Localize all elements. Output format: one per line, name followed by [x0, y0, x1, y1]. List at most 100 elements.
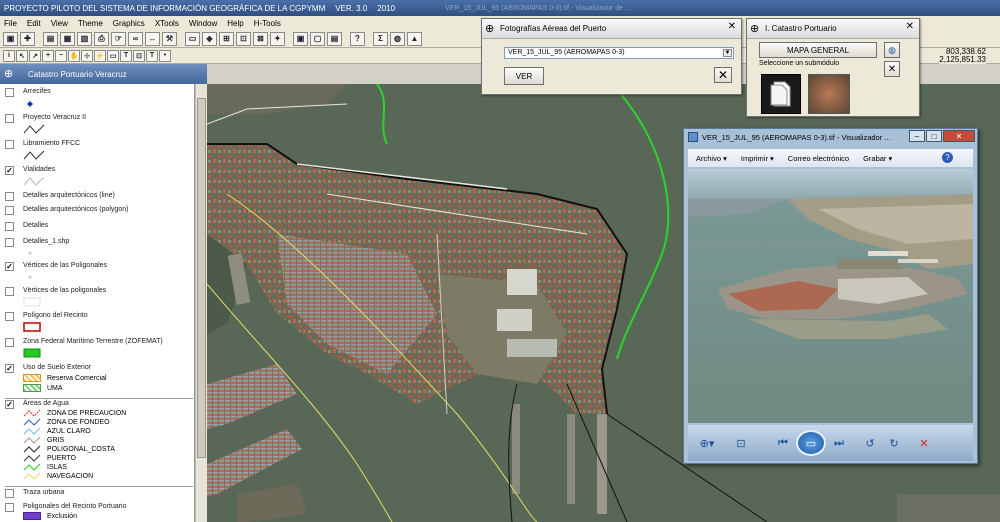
layer-checkbox[interactable]: [5, 489, 14, 498]
layer-checkbox[interactable]: [5, 503, 14, 512]
info-icon[interactable]: i: [3, 49, 15, 62]
maximize-icon[interactable]: □: [926, 130, 942, 142]
pan-tool-icon[interactable]: ✋: [68, 49, 80, 62]
ver-button[interactable]: VER: [504, 67, 544, 85]
menu-correo[interactable]: Correo electrónico: [788, 154, 849, 163]
identify-icon[interactable]: ☞: [111, 31, 126, 46]
hotlink-icon[interactable]: ⚡: [94, 49, 106, 62]
layer-item[interactable]: Vértices de las poligonales: [5, 287, 194, 309]
layer-item[interactable]: Libramiento FFCC: [5, 140, 194, 162]
layer-checkbox[interactable]: [5, 114, 14, 123]
layer-item[interactable]: Poligonales del Recinto Portuario Exclus…: [5, 503, 194, 522]
zoom-in-icon[interactable]: ✦: [270, 31, 285, 46]
zoom-icon[interactable]: ⊕▾: [694, 434, 720, 452]
slideshow-icon[interactable]: ▭: [796, 430, 826, 456]
layer-checkbox[interactable]: [5, 192, 14, 201]
menu-file[interactable]: File: [4, 19, 17, 28]
sigma-icon[interactable]: Σ: [373, 31, 388, 46]
layer-checkbox[interactable]: ✓: [5, 166, 14, 175]
layer-checkbox[interactable]: ✓: [5, 364, 14, 373]
menu-grabar[interactable]: Grabar ▾: [863, 154, 892, 163]
document-submodule-button[interactable]: [761, 74, 801, 114]
add-theme-icon[interactable]: ✚: [20, 31, 35, 46]
pan-icon[interactable]: ▢: [310, 31, 325, 46]
close-submodule-button[interactable]: ✕: [884, 61, 900, 77]
save-icon[interactable]: ▣: [3, 31, 18, 46]
vertex-icon[interactable]: ↗: [29, 49, 41, 62]
query-icon[interactable]: ↔: [145, 31, 160, 46]
layer-item[interactable]: ✓ Uso de Suelo Exterior Reserva Comercia…: [5, 364, 194, 396]
zoom-out-tool-icon[interactable]: −: [55, 49, 67, 62]
layer-item[interactable]: Polígono del Recinto: [5, 312, 194, 334]
rotate-right-icon[interactable]: ↻: [882, 434, 906, 452]
scrollbar-thumb[interactable]: [197, 98, 206, 458]
close-dialog-button[interactable]: ✕: [714, 67, 732, 83]
menu-xtools[interactable]: XTools: [155, 19, 179, 28]
layout-icon[interactable]: ▥: [77, 31, 92, 46]
zoom-in-tool-icon[interactable]: +: [42, 49, 54, 62]
hammer-icon[interactable]: ⚒: [162, 31, 177, 46]
layer-item[interactable]: Detalles arquitectónicos (line): [5, 192, 194, 206]
print-icon[interactable]: ⎙: [94, 31, 109, 46]
layer-item[interactable]: Detalles arquitectónicos (polygon): [5, 206, 194, 220]
menu-window[interactable]: Window: [189, 19, 217, 28]
help-icon[interactable]: ?: [350, 31, 365, 46]
mapa-general-button[interactable]: MAPA GENERAL: [759, 42, 877, 58]
layer-legend[interactable]: Arrecifes Proyecto Veracruz II Libramien…: [0, 84, 195, 522]
label-icon[interactable]: T: [146, 49, 158, 62]
layer-checkbox[interactable]: ✓: [5, 262, 14, 271]
layer-item[interactable]: ✓ Áreas de Agua ZONA DE PRECAUCION ZONA …: [5, 400, 194, 484]
draw-icon[interactable]: ⊡: [133, 49, 145, 62]
actual-size-icon[interactable]: ⊡: [728, 434, 754, 452]
layer-checkbox[interactable]: [5, 238, 14, 247]
layer-checkbox[interactable]: [5, 287, 14, 296]
point-icon[interactable]: •: [159, 49, 171, 62]
previous-icon[interactable]: ⏮: [770, 434, 796, 452]
menu-view[interactable]: View: [51, 19, 68, 28]
map-icon[interactable]: ▲: [407, 31, 422, 46]
help-icon[interactable]: ?: [942, 152, 953, 163]
layer-checkbox[interactable]: [5, 338, 14, 347]
clear-icon[interactable]: ▤: [327, 31, 342, 46]
menu-htools[interactable]: H-Tools: [254, 19, 281, 28]
menu-theme[interactable]: Theme: [78, 19, 103, 28]
photo-select[interactable]: VER_15_JUL_95 (AEROMAPAS 0-3) ▼: [504, 47, 734, 59]
zoom-selected-icon[interactable]: ⊠: [253, 31, 268, 46]
close-icon[interactable]: ✕: [943, 130, 975, 142]
menu-edit[interactable]: Edit: [27, 19, 41, 28]
layer-item[interactable]: Proyecto Veracruz II: [5, 114, 194, 136]
close-icon[interactable]: ✕: [728, 21, 736, 32]
menu-graphics[interactable]: Graphics: [113, 19, 145, 28]
text-tool-icon[interactable]: T: [120, 49, 132, 62]
layer-item[interactable]: Detalles_1.shp: [5, 238, 194, 260]
binoculars-icon[interactable]: ∞: [128, 31, 143, 46]
layer-checkbox[interactable]: [5, 222, 14, 231]
select-icon[interactable]: ▭: [185, 31, 200, 46]
menu-archivo[interactable]: Archivo ▾: [696, 154, 727, 163]
layer-checkbox[interactable]: [5, 88, 14, 97]
next-icon[interactable]: ⏭: [826, 434, 852, 452]
menu-imprimir[interactable]: Imprimir ▾: [741, 154, 774, 163]
area-icon[interactable]: ▭: [107, 49, 119, 62]
table-icon[interactable]: ▤: [43, 31, 58, 46]
globe-icon[interactable]: ◍: [390, 31, 405, 46]
close-icon[interactable]: ✕: [906, 21, 914, 32]
legend-scrollbar[interactable]: [195, 84, 207, 522]
zoom-out-icon[interactable]: ▣: [293, 31, 308, 46]
rotate-left-icon[interactable]: ↺: [858, 434, 882, 452]
delete-icon[interactable]: ✕: [912, 434, 936, 452]
chart-icon[interactable]: ▦: [60, 31, 75, 46]
measure-icon[interactable]: ⊹: [81, 49, 93, 62]
layer-item[interactable]: Traza urbana: [5, 489, 194, 503]
layer-checkbox[interactable]: ✓: [5, 400, 14, 409]
aerial-photo[interactable]: [688, 169, 973, 423]
pointer-icon[interactable]: ↖: [16, 49, 28, 62]
aerial-photo-submodule-button[interactable]: [808, 74, 850, 114]
layer-item[interactable]: ✓ Vialidades: [5, 166, 194, 188]
zoom-full-icon[interactable]: ⊞: [219, 31, 234, 46]
menu-help[interactable]: Help: [227, 19, 243, 28]
layer-checkbox[interactable]: [5, 206, 14, 215]
globe-button-icon[interactable]: ◍: [884, 42, 900, 58]
layer-item[interactable]: Arrecifes: [5, 88, 194, 110]
layer-checkbox[interactable]: [5, 312, 14, 321]
